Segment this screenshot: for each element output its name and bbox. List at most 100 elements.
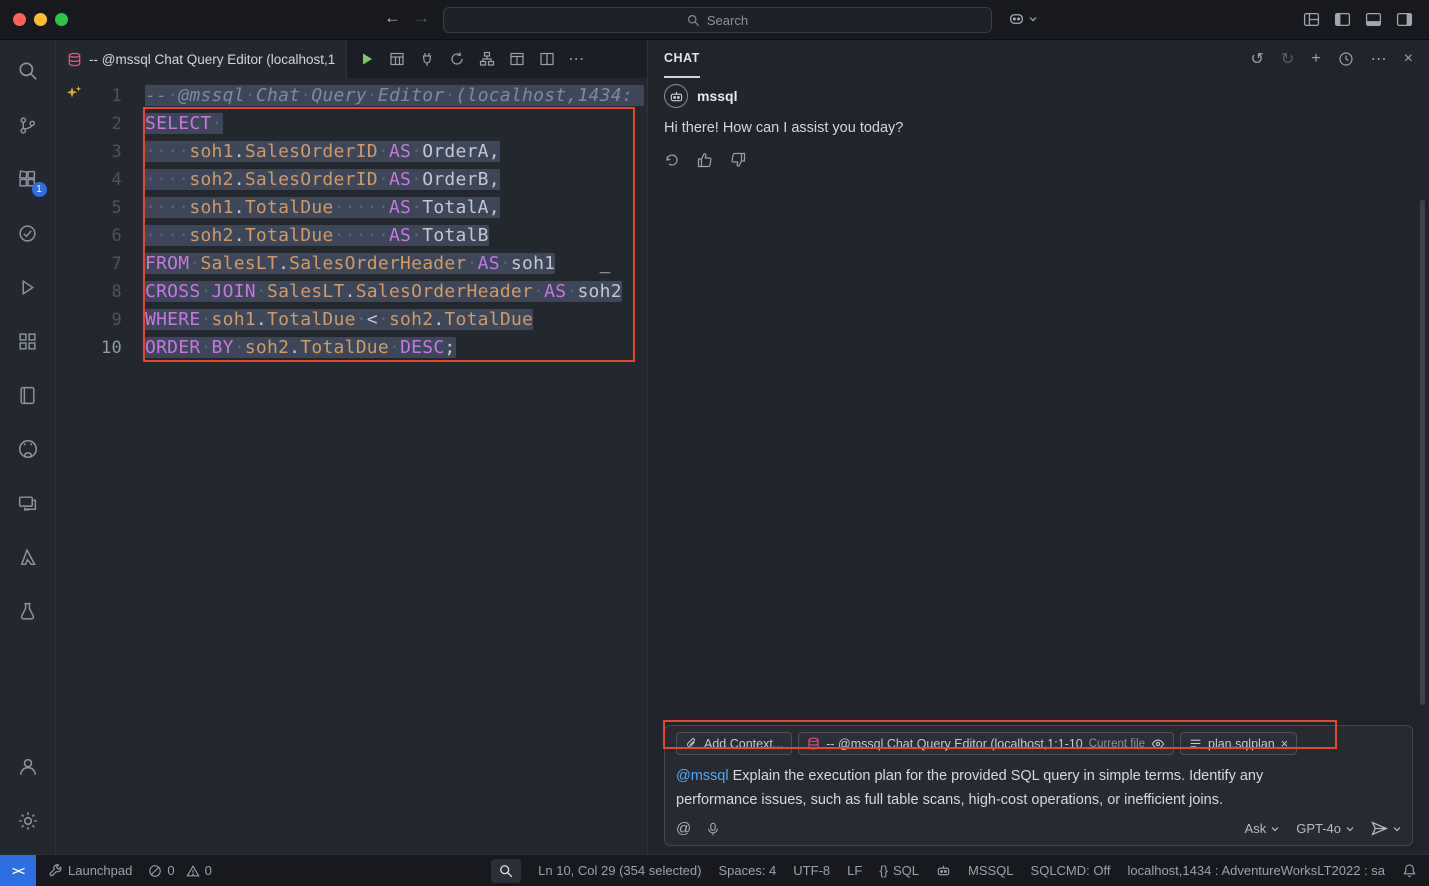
connection-status-item[interactable]: localhost,1434 : AdventureWorksLT2022 : … — [1127, 863, 1385, 878]
send-button[interactable] — [1371, 820, 1401, 837]
toggle-secondary-sidebar-icon[interactable] — [1396, 11, 1413, 28]
designer-icon — [509, 51, 525, 67]
context-file-chip[interactable]: -- @mssql Chat Query Editor (localhost,1… — [798, 732, 1174, 755]
more-actions-button[interactable]: ⋯ — [563, 46, 590, 72]
language-mode-item[interactable]: {} SQL — [879, 863, 919, 878]
mention-context-button[interactable]: @ — [676, 820, 691, 837]
thumbs-down-icon[interactable] — [730, 152, 746, 168]
toggle-panel-icon[interactable] — [1365, 11, 1382, 28]
code-line[interactable]: 1--·@mssql·Chat·Query·Editor·(localhost,… — [56, 82, 647, 110]
code-line[interactable]: 7FROM·SalesLT.SalesOrderHeader·AS·soh1 _ — [56, 250, 647, 278]
code-line[interactable]: 10ORDER·BY·soh2.TotalDue·DESC; — [56, 334, 647, 362]
chat-scrollbar[interactable] — [1420, 200, 1425, 705]
results-grid-button[interactable] — [383, 46, 410, 72]
add-context-button[interactable]: Add Context... — [676, 732, 792, 755]
bell-icon[interactable] — [1402, 863, 1417, 878]
chat-more-icon[interactable]: ⋯ — [1371, 49, 1387, 69]
code-line[interactable]: 6····soh2.TotalDue·····AS·TotalB — [56, 222, 647, 250]
navigate-back-icon[interactable]: ← — [384, 8, 401, 28]
copilot-sparkle-icon[interactable] — [65, 84, 83, 107]
line-number[interactable]: 5 — [56, 194, 122, 222]
plan-file-chip[interactable]: plan.sqlplan × — [1180, 732, 1297, 755]
regenerate-icon[interactable] — [664, 152, 680, 168]
close-chat-icon[interactable]: × — [1404, 50, 1413, 68]
indentation-item[interactable]: Spaces: 4 — [718, 863, 776, 878]
new-chat-icon[interactable]: + — [1311, 50, 1320, 68]
sidebar-item-azure[interactable] — [4, 530, 52, 584]
refresh-icon — [449, 51, 465, 67]
microphone-icon[interactable] — [706, 821, 720, 837]
sidebar-item-settings[interactable] — [4, 794, 52, 848]
sidebar-item-accounts[interactable] — [4, 740, 52, 794]
warnings-count: 0 — [205, 863, 212, 878]
sidebar-item-source-control[interactable] — [4, 98, 52, 152]
sidebar-item-remote-explorer[interactable] — [4, 476, 52, 530]
chat-input-box[interactable]: Add Context... -- @mssql Chat Query Edit… — [664, 725, 1413, 846]
line-number[interactable]: 8 — [56, 278, 122, 306]
line-number[interactable]: 7 — [56, 250, 122, 278]
code-line[interactable]: 2SELECT· — [56, 110, 647, 138]
navigate-forward-icon[interactable]: → — [413, 8, 430, 28]
sidebar-item-extensions[interactable]: 1 — [4, 152, 52, 206]
thumbs-up-icon[interactable] — [697, 152, 713, 168]
line-number[interactable]: 2 — [56, 110, 122, 138]
estimated-plan-button[interactable] — [443, 46, 470, 72]
eye-icon[interactable] — [1151, 737, 1165, 751]
code-editor[interactable]: 1--·@mssql·Chat·Query·Editor·(localhost,… — [56, 78, 647, 854]
minimize-window-button[interactable] — [34, 13, 47, 26]
search-icon — [17, 60, 39, 82]
schema-compare-button[interactable] — [473, 46, 500, 72]
model-picker[interactable]: GPT-4o — [1296, 821, 1354, 836]
query-plan-button[interactable] — [503, 46, 530, 72]
code-line[interactable]: 4····soh2.SalesOrderID·AS·OrderB, — [56, 166, 647, 194]
encoding-item[interactable]: UTF-8 — [793, 863, 830, 878]
sidebar-item-notebooks[interactable] — [4, 368, 52, 422]
chat-mode-picker[interactable]: Ask — [1245, 821, 1280, 836]
code-line[interactable]: 8CROSS·JOIN·SalesLT.SalesOrderHeader·AS·… — [56, 278, 647, 306]
sidebar-item-components[interactable] — [4, 314, 52, 368]
close-window-button[interactable] — [13, 13, 26, 26]
disconnect-button[interactable] — [413, 46, 440, 72]
run-query-button[interactable] — [353, 46, 380, 72]
chat-header: CHAT ↺ ↻ + ⋯ × — [648, 40, 1429, 78]
problems-status-item[interactable]: 0 0 — [148, 863, 211, 878]
remove-plan-chip-icon[interactable]: × — [1281, 737, 1288, 751]
line-number[interactable]: 3 — [56, 138, 122, 166]
launchpad-status-item[interactable]: Launchpad — [48, 863, 132, 878]
line-number[interactable]: 4 — [56, 166, 122, 194]
zoom-window-button[interactable] — [55, 13, 68, 26]
code-line[interactable]: 5····soh1.TotalDue·····AS·TotalA, — [56, 194, 647, 222]
line-number[interactable]: 6 — [56, 222, 122, 250]
remote-explorer-icon — [17, 493, 38, 514]
split-editor-button[interactable] — [533, 46, 560, 72]
cursor-position-item[interactable]: Ln 10, Col 29 (354 selected) — [538, 863, 701, 878]
command-center-search[interactable]: Search — [443, 7, 992, 33]
sidebar-item-run-debug[interactable] — [4, 260, 52, 314]
chat-tab[interactable]: CHAT — [664, 40, 700, 78]
eol-item[interactable]: LF — [847, 863, 862, 878]
code-line[interactable]: 3····soh1.SalesOrderID·AS·OrderA, — [56, 138, 647, 166]
sidebar-item-search[interactable] — [4, 44, 52, 98]
sidebar-item-testing[interactable] — [4, 206, 52, 260]
mssql-status-item[interactable]: MSSQL — [968, 863, 1014, 878]
chat-history-icon[interactable] — [1338, 51, 1354, 67]
line-number[interactable]: 9 — [56, 306, 122, 334]
line-number[interactable]: 10 — [56, 334, 122, 362]
find-indicator-button[interactable] — [491, 859, 521, 883]
sqlcmd-status-item[interactable]: SQLCMD: Off — [1031, 863, 1111, 878]
code-line[interactable]: 9WHERE·soh1.TotalDue·<·soh2.TotalDue — [56, 306, 647, 334]
sidebar-item-database-projects[interactable] — [4, 584, 52, 638]
editor-tab[interactable]: -- @mssql Chat Query Editor (localhost,1 — [56, 40, 347, 78]
redo-chat-icon[interactable]: ↻ — [1281, 49, 1294, 69]
customize-layout-icon[interactable] — [1303, 11, 1320, 28]
copilot-menu-button[interactable] — [1008, 10, 1037, 27]
sidebar-item-github[interactable] — [4, 422, 52, 476]
undo-chat-icon[interactable]: ↺ — [1251, 49, 1264, 69]
copilot-status-item[interactable] — [936, 863, 951, 878]
toggle-primary-sidebar-icon[interactable] — [1334, 11, 1351, 28]
components-grid-icon — [17, 331, 38, 352]
chat-prompt-text[interactable]: @mssql Explain the execution plan for th… — [676, 764, 1338, 812]
remote-indicator[interactable]: >< — [0, 855, 36, 886]
activity-bar-bottom — [4, 740, 52, 854]
settings-gear-icon — [17, 810, 39, 832]
